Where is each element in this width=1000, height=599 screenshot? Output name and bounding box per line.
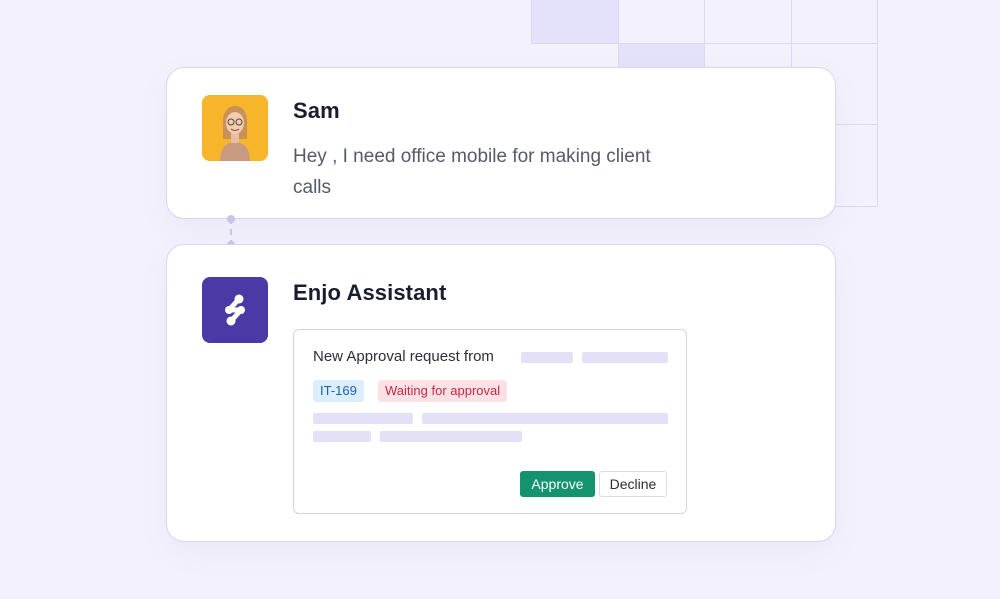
assistant-logo	[202, 277, 268, 343]
placeholder-line	[422, 413, 668, 424]
user-avatar-icon	[202, 95, 268, 161]
stage: Sam Hey , I need office mobile for makin…	[0, 0, 1000, 599]
enjo-logo-icon	[225, 294, 245, 326]
ticket-id-badge[interactable]: IT-169	[313, 380, 364, 402]
status-badge: Waiting for approval	[378, 380, 508, 402]
user-name: Sam	[293, 98, 340, 123]
assistant-name: Enjo Assistant	[293, 280, 447, 305]
approval-request-card: New Approval request from IT-169 Waiting…	[293, 329, 687, 514]
decline-button[interactable]: Decline	[599, 471, 667, 497]
placeholder-line	[521, 352, 573, 363]
placeholder-line	[313, 431, 371, 442]
approve-button[interactable]: Approve	[520, 471, 595, 497]
placeholder-line	[380, 431, 522, 442]
user-message-text: Hey , I need office mobile for making cl…	[293, 146, 651, 198]
placeholder-line	[313, 413, 413, 424]
assistant-message-card: Enjo Assistant New Approval request from…	[166, 244, 836, 542]
approval-title: New Approval request from	[313, 348, 494, 365]
placeholder-line	[582, 352, 668, 363]
user-message-card: Sam Hey , I need office mobile for makin…	[166, 67, 836, 219]
connector-dot	[227, 215, 235, 223]
avatar	[202, 95, 268, 161]
